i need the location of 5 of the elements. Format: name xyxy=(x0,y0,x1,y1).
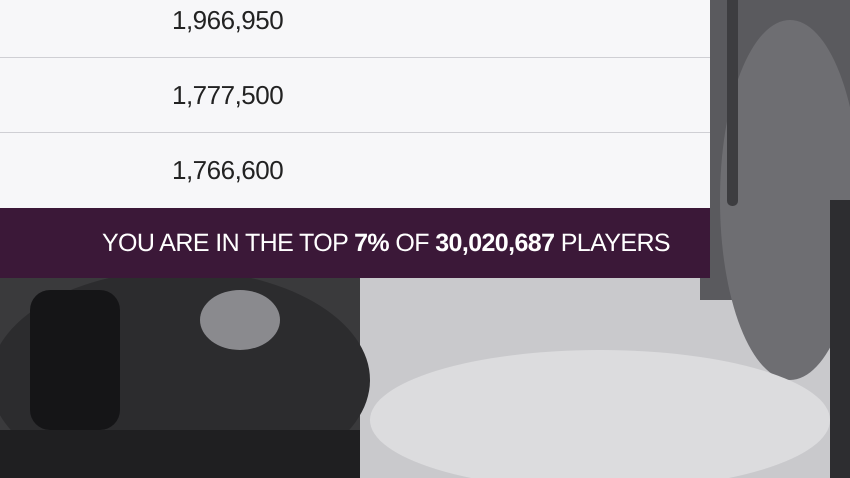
scrollbar-thumb[interactable] xyxy=(727,0,738,206)
score-text: 1,766,600 xyxy=(172,155,284,186)
score-text: 1,966,950 xyxy=(172,4,284,36)
score-text: 1,777,500 xyxy=(172,80,284,110)
rank-text: YOU ARE IN THE TOP 7% OF 30,020,687 PLAYERS xyxy=(102,228,670,258)
